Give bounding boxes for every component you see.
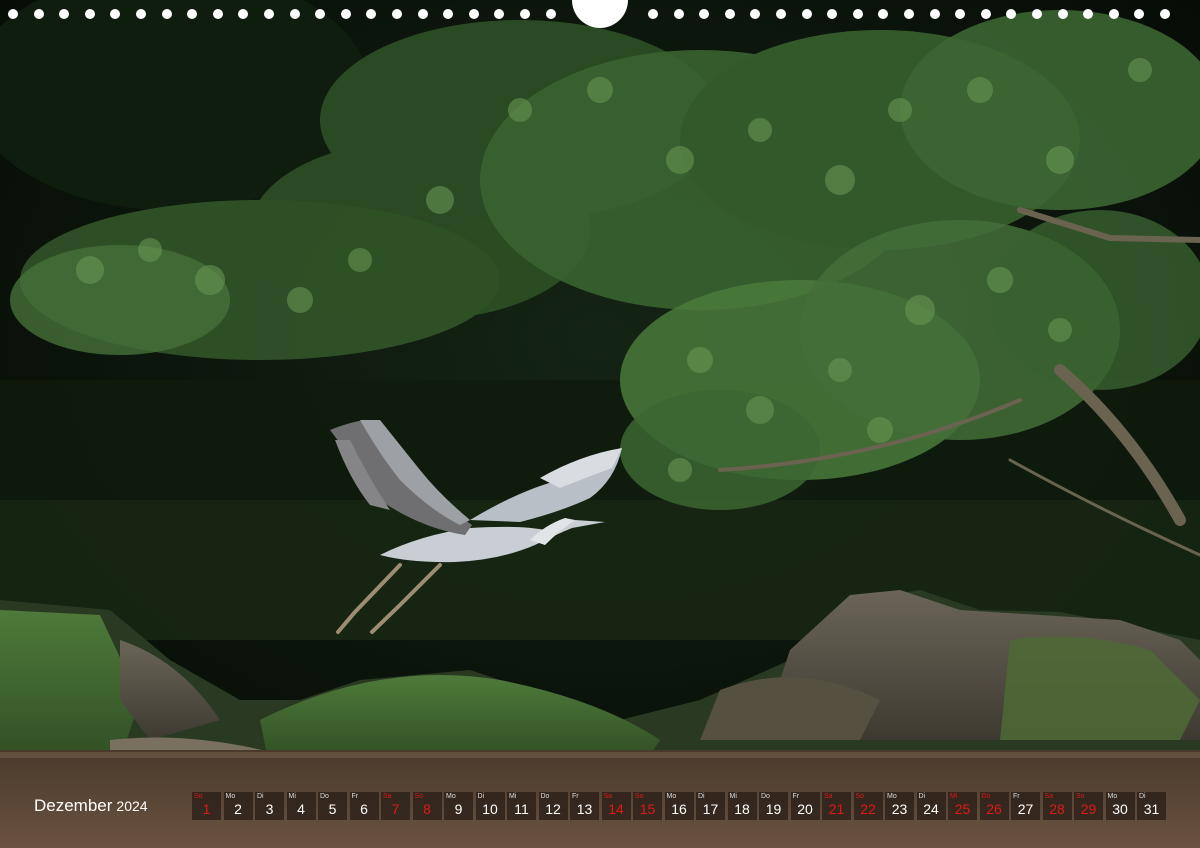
day-cell: Di 3: [255, 792, 284, 820]
day-cell: Mi 4: [286, 792, 316, 820]
day-number: 6: [360, 801, 368, 817]
day-number: 3: [265, 801, 274, 817]
day-cell: Mi 25: [948, 792, 977, 820]
day-number: 31: [1143, 801, 1160, 817]
day-number: 26: [986, 801, 1002, 817]
day-number: 8: [423, 801, 431, 817]
day-number: 25: [954, 801, 971, 817]
day-cell: Di 24: [916, 792, 946, 820]
day-cell: Mi 11: [507, 792, 536, 820]
day-cell: Mo 2: [223, 792, 253, 820]
day-cell: So 29: [1074, 792, 1103, 820]
day-cell: Fr 13: [570, 792, 599, 820]
day-number: 11: [514, 801, 529, 817]
day-number: 14: [608, 801, 624, 817]
day-number: 9: [454, 801, 463, 817]
day-number: 30: [1112, 801, 1128, 817]
day-number: 13: [576, 801, 593, 817]
day-number: 16: [671, 801, 687, 817]
day-cell: Do 12: [538, 792, 568, 820]
day-number: 20: [797, 801, 813, 817]
day-number: 15: [639, 801, 656, 817]
day-number: 18: [734, 801, 750, 817]
day-cell: Do 26: [979, 792, 1009, 820]
day-cell: So 1: [192, 792, 221, 820]
day-number: 7: [391, 801, 400, 817]
calendar-page: Dezember 2024 So 1 Mo 2 Di 3 Mi 4 Do 5 Fr 6 Sa 7 So 8 Mo 9…: [0, 0, 1200, 848]
day-number: 28: [1049, 801, 1065, 817]
month-title: Dezember 2024: [34, 795, 148, 817]
day-cell: Mo 9: [444, 792, 473, 820]
day-cell: Mi 18: [727, 792, 757, 820]
day-cell: Di 31: [1137, 792, 1166, 820]
day-number: 5: [328, 801, 337, 817]
month-name: Dezember: [34, 796, 113, 815]
day-number: 24: [923, 801, 939, 817]
day-number: 23: [891, 801, 908, 817]
day-number: 17: [702, 801, 719, 817]
day-cell: Fr 27: [1011, 792, 1040, 820]
day-cell: Sa 21: [822, 792, 851, 820]
day-cell: Mo 30: [1105, 792, 1135, 820]
day-number: 22: [860, 801, 876, 817]
day-number: 2: [234, 801, 242, 817]
day-number: 12: [545, 801, 561, 817]
day-cell: Di 10: [475, 792, 505, 820]
day-cell: So 8: [412, 792, 442, 820]
calendar-strip: Dezember 2024 So 1 Mo 2 Di 3 Mi 4 Do 5 Fr 6 Sa 7 So 8 Mo 9…: [0, 792, 1200, 820]
day-cell: Fr 20: [790, 792, 820, 820]
day-cell: Do 5: [318, 792, 347, 820]
day-number: 21: [828, 801, 845, 817]
day-number: 27: [1017, 801, 1034, 817]
day-cell: Mo 23: [885, 792, 914, 820]
day-number: 10: [482, 801, 498, 817]
day-cell: Mo 16: [664, 792, 694, 820]
day-number: 1: [202, 801, 211, 817]
day-cell: Sa 28: [1042, 792, 1072, 820]
day-cell: So 15: [633, 792, 662, 820]
day-number: 29: [1080, 801, 1097, 817]
day-cell: Do 19: [759, 792, 788, 820]
heron-photo: [0, 0, 1200, 848]
day-cell: Fr 6: [349, 792, 379, 820]
day-cell: Sa 14: [601, 792, 631, 820]
day-cell: So 22: [853, 792, 883, 820]
day-cell: Di 17: [696, 792, 725, 820]
day-number: 19: [765, 801, 782, 817]
year: 2024: [116, 798, 148, 814]
day-cell: Sa 7: [381, 792, 410, 820]
day-number: 4: [297, 801, 305, 817]
